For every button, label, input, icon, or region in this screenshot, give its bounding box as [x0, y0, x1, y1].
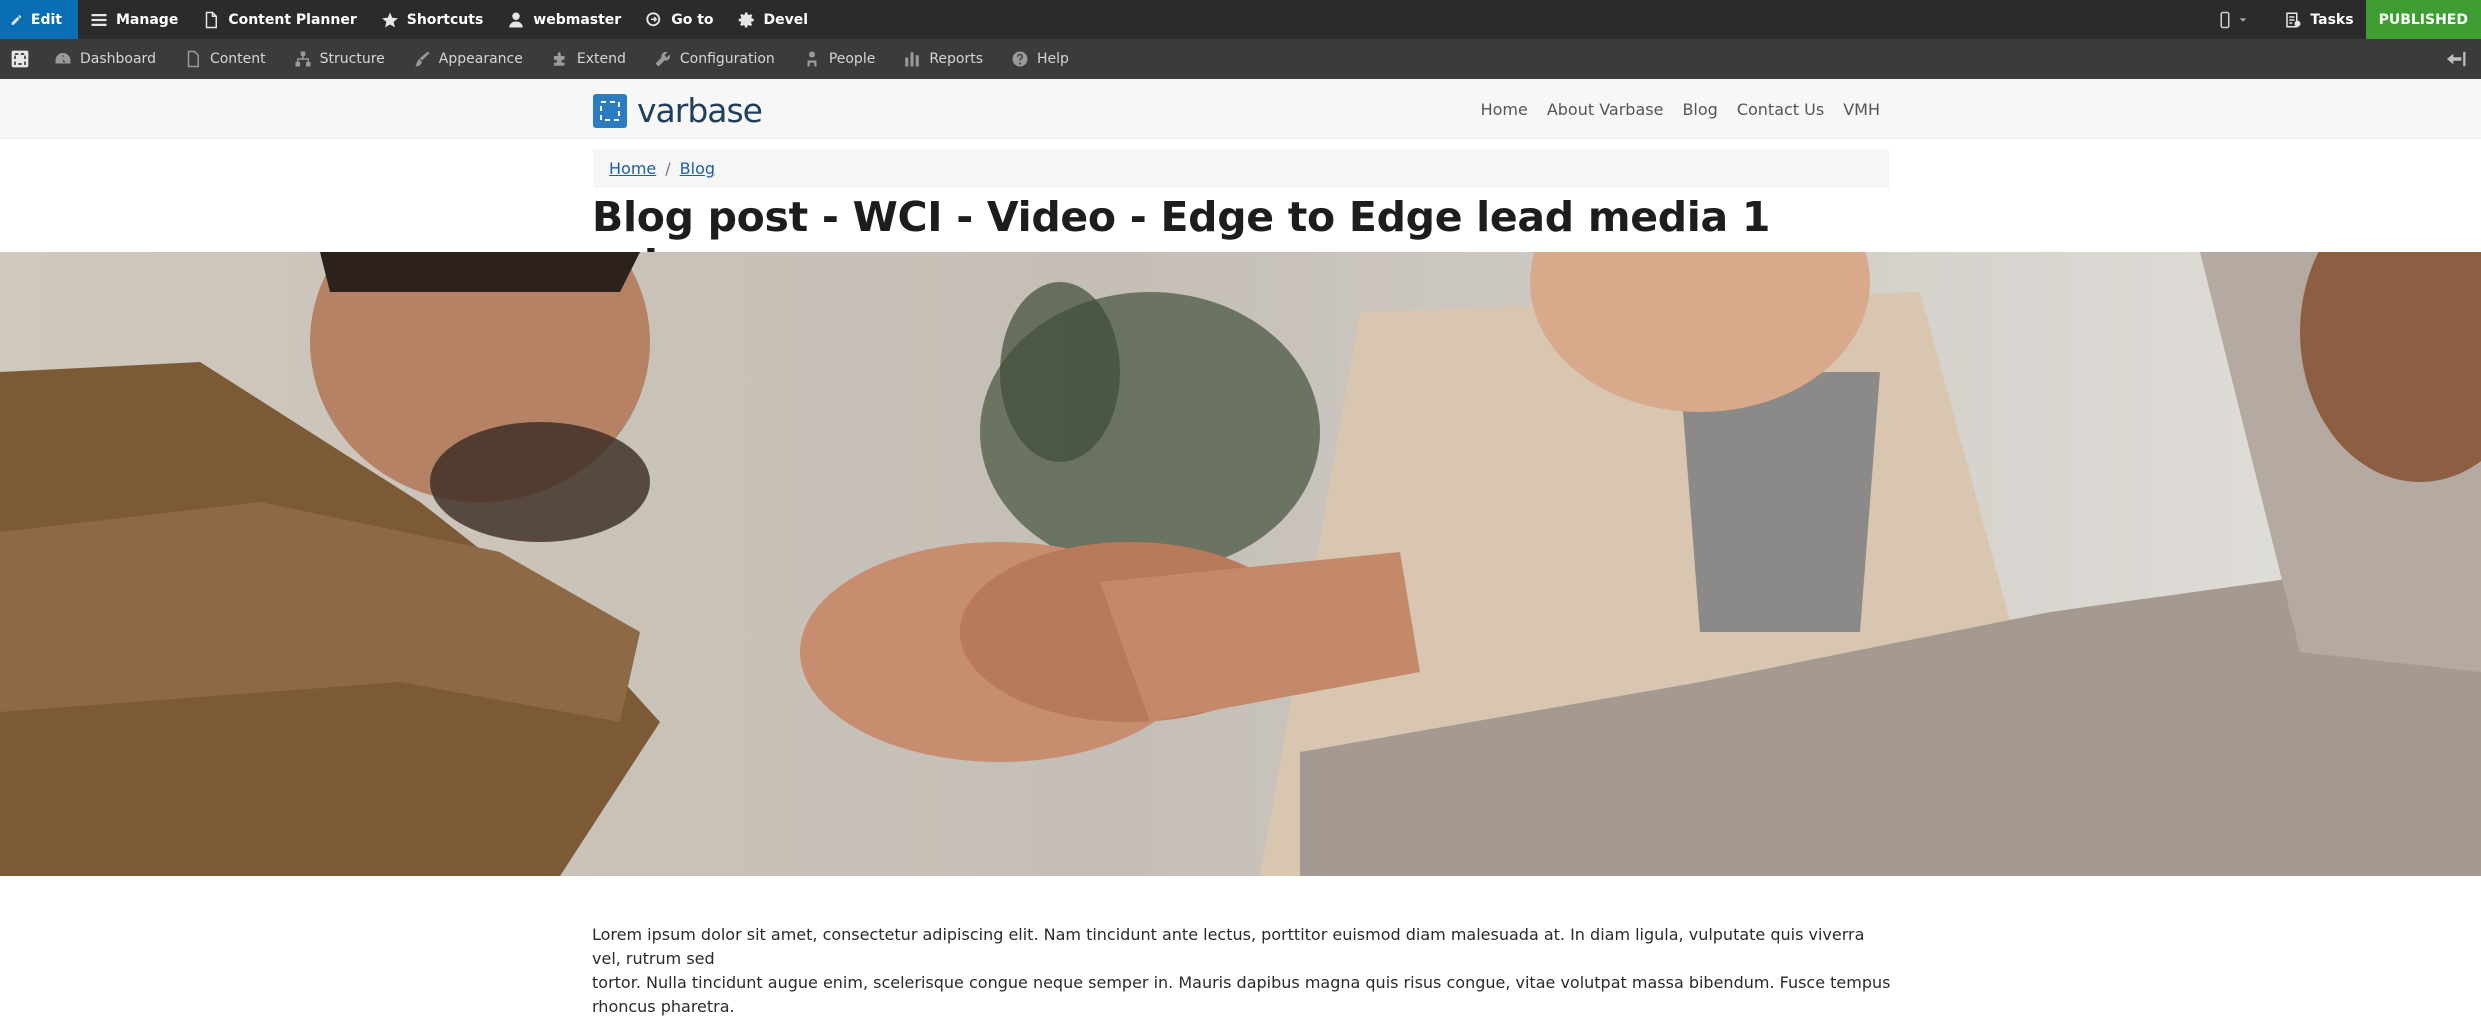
tray-collapse-button[interactable] [2437, 39, 2475, 79]
content-planner-button[interactable]: Content Planner [190, 0, 368, 39]
varbase-logo-icon [11, 50, 29, 68]
admin-toolbar: Edit Manage Content Planner Shortcuts we… [0, 0, 2481, 39]
breadcrumb-home[interactable]: Home [609, 159, 656, 178]
tasks-button[interactable]: Tasks [2272, 0, 2365, 39]
nav-about-varbase[interactable]: About Varbase [1547, 100, 1664, 119]
site-header: varbase Home About Varbase Blog Contact … [0, 79, 2481, 139]
help-icon [1012, 51, 1028, 67]
drupal-logo-button[interactable] [0, 39, 40, 79]
nav-vmh[interactable]: VMH [1843, 100, 1880, 119]
configuration-icon [655, 51, 670, 67]
tray-item-label: Dashboard [80, 51, 156, 67]
varbase-logo-mark-icon [593, 93, 627, 128]
chevron-down-icon [2240, 17, 2247, 22]
appearance-icon [415, 51, 430, 67]
tray-item-label: People [828, 51, 876, 67]
nav-blog[interactable]: Blog [1682, 100, 1717, 119]
hero-media [0, 252, 2481, 876]
tray-item-label: Appearance [438, 51, 523, 67]
edit-button[interactable]: Edit [0, 0, 78, 39]
document-icon [206, 11, 218, 28]
goto-icon [646, 11, 661, 26]
status-badge: PUBLISHED [2365, 0, 2481, 39]
tray-item-people[interactable]: People [789, 39, 890, 79]
manage-button[interactable]: Manage [78, 0, 190, 39]
pencil-icon [11, 14, 22, 25]
tray-item-structure[interactable]: Structure [280, 39, 399, 79]
tray-item-label: Extend [576, 51, 626, 67]
shortcuts-label: Shortcuts [406, 11, 484, 28]
admin-tray: Dashboard Content Structure Appearance E… [0, 39, 2481, 79]
breadcrumb-separator: / [665, 159, 671, 178]
devel-button[interactable]: Devel [726, 0, 821, 39]
collapse-tray-icon [2447, 51, 2466, 67]
tray-item-label: Reports [929, 51, 984, 67]
tray-item-appearance[interactable]: Appearance [399, 39, 537, 79]
status-label: PUBLISHED [2378, 11, 2468, 28]
tasks-icon [2286, 12, 2301, 27]
star-icon [381, 12, 398, 27]
mobile-device-icon [2220, 11, 2230, 28]
tray-item-help[interactable]: Help [997, 39, 1083, 79]
tray-item-reports[interactable]: Reports [889, 39, 997, 79]
edit-label: Edit [30, 11, 62, 28]
tray-item-label: Configuration [679, 51, 775, 67]
user-label: webmaster [533, 11, 622, 28]
logo-text: varbase [637, 91, 763, 130]
dashboard-icon [55, 53, 71, 64]
tray-item-label: Help [1037, 51, 1069, 67]
user-menu-button[interactable]: webmaster [495, 0, 633, 39]
tray-item-label: Content [209, 51, 266, 67]
structure-icon [295, 51, 311, 67]
devel-label: Devel [763, 11, 809, 28]
tray-item-content[interactable]: Content [170, 39, 280, 79]
breadcrumb: Home / Blog [593, 149, 1889, 188]
site-logo[interactable]: varbase [593, 91, 763, 130]
hamburger-icon [91, 13, 107, 26]
gear-icon [738, 12, 754, 28]
manage-label: Manage [116, 11, 179, 28]
nav-contact-us[interactable]: Contact Us [1737, 100, 1824, 119]
body-paragraph-line: tortor. Nulla tincidunt augue enim, scel… [592, 973, 1891, 1016]
main-nav: Home About Varbase Blog Contact Us VMH [1462, 79, 1880, 139]
tray-item-dashboard[interactable]: Dashboard [40, 39, 170, 79]
extend-icon [553, 52, 565, 66]
goto-label: Go to [671, 11, 714, 28]
tasks-label: Tasks [2310, 11, 2354, 28]
breadcrumb-blog[interactable]: Blog [680, 159, 715, 178]
goto-button[interactable]: Go to [633, 0, 725, 39]
user-icon [509, 12, 524, 27]
content-planner-label: Content Planner [228, 11, 357, 28]
device-preview-button[interactable] [2196, 0, 2272, 39]
nav-home[interactable]: Home [1481, 100, 1528, 119]
shortcuts-button[interactable]: Shortcuts [369, 0, 496, 39]
tray-item-label: Structure [319, 51, 385, 67]
hero-image [0, 252, 2481, 876]
reports-icon [905, 52, 920, 67]
people-icon [807, 51, 817, 67]
tray-item-extend[interactable]: Extend [537, 39, 640, 79]
tray-item-configuration[interactable]: Configuration [640, 39, 789, 79]
body-paragraph-line: Lorem ipsum dolor sit amet, consectetur … [592, 925, 1865, 968]
article-body: Lorem ipsum dolor sit amet, consectetur … [592, 923, 1892, 1019]
content-icon [187, 50, 199, 68]
